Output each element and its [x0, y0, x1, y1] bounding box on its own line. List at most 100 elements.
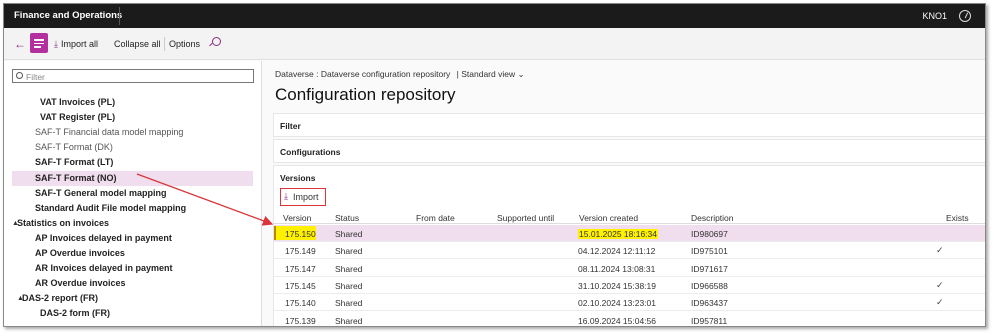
- tree-item-label: AR Invoices delayed in payment: [35, 263, 173, 274]
- tree-item[interactable]: VAT Invoices (PL): [12, 95, 253, 110]
- hamburger-menu-button[interactable]: [30, 33, 48, 53]
- page-title: Configuration repository: [275, 85, 456, 104]
- action-pane: ← ⤓ Import all Collapse all Options: [4, 28, 985, 60]
- company-picker[interactable]: KNO1: [922, 11, 947, 21]
- app-title[interactable]: Finance and Operations: [14, 10, 122, 21]
- fasttab-versions-label[interactable]: Versions: [280, 173, 315, 183]
- topbar-divider: [119, 7, 120, 25]
- table-row[interactable]: 175.139 Shared 16.09.2024 15:04:56 ID957811: [274, 312, 985, 327]
- top-nav-bar: Finance and Operations KNO1: [4, 4, 985, 28]
- help-icon[interactable]: [959, 10, 971, 22]
- configuration-tree-pane: VAT Invoices (PL) VAT Register (PL) SAF-T …: [4, 61, 262, 326]
- tree-item-label: VAT Invoices (PL): [40, 97, 116, 107]
- version-created-cell: 08.11.2024 13:08:31: [578, 263, 656, 274]
- breadcrumb-path: Dataverse : Dataverse configuration repo…: [275, 69, 451, 79]
- column-header-status[interactable]: Status: [335, 213, 359, 223]
- description-cell: ID971617: [691, 263, 728, 274]
- column-header-description[interactable]: Description: [691, 213, 734, 223]
- tree-item-label: Standard Audit File model mapping: [35, 202, 187, 213]
- breadcrumb: Dataverse : Dataverse configuration repo…: [275, 69, 525, 80]
- tree-item-label: AP Invoices delayed in payment: [35, 232, 172, 243]
- options-tab[interactable]: Options: [169, 39, 200, 49]
- versions-grid-header: Version Status From date Supported until…: [274, 210, 985, 224]
- version-cell: 175.139: [285, 315, 316, 326]
- tree-item[interactable]: SAF-T Format (DK): [12, 140, 253, 155]
- back-arrow-icon[interactable]: ←: [14, 37, 26, 51]
- version-cell: 175.140: [285, 298, 316, 309]
- tree-item[interactable]: AP Overdue invoices: [12, 246, 253, 261]
- status-cell: Shared: [335, 229, 363, 239]
- tree-item-label: VAT Register (PL): [40, 112, 116, 123]
- status-cell: Shared: [335, 280, 363, 291]
- column-header-exists[interactable]: Exists: [946, 213, 969, 223]
- tree-item-label: SAF-T Format (LT): [35, 157, 114, 168]
- tree-item[interactable]: SAF-T General model mapping: [12, 186, 253, 201]
- description-cell: ID957811: [691, 315, 728, 326]
- version-cell: 175.147: [285, 263, 316, 274]
- tree-item[interactable]: DAS-2 form (FR): [12, 306, 253, 321]
- version-cell: 175.145: [285, 280, 316, 291]
- app-window: Finance and Operations KNO1 ← ⤓ Import al…: [3, 3, 986, 327]
- collapse-all-button[interactable]: Collapse all: [114, 39, 161, 49]
- tree-item[interactable]: AP Invoices delayed in payment: [12, 231, 253, 246]
- version-created-cell: 15.01.2025 18:16:34: [578, 229, 658, 239]
- column-header-supported-until[interactable]: Supported until: [497, 213, 554, 223]
- description-cell: ID966588: [691, 280, 728, 291]
- checkmark-icon: ✓: [936, 245, 944, 256]
- description-cell: ID980697: [691, 229, 728, 239]
- import-all-button[interactable]: ⤓ Import all: [54, 39, 98, 50]
- tree-item[interactable]: ▲ Statistics on invoices: [12, 216, 253, 231]
- fasttab-filter[interactable]: Filter: [273, 113, 985, 137]
- tree-item[interactable]: AR Overdue invoices: [12, 276, 253, 291]
- download-icon: ⤓: [284, 191, 288, 201]
- tree-item[interactable]: VAT Register (PL): [12, 110, 253, 125]
- tree-item[interactable]: ▲ DAS-2 report (FR): [12, 291, 253, 306]
- table-row[interactable]: 175.150 Shared 15.01.2025 18:16:34 ID980697: [274, 225, 985, 242]
- version-cell: 175.149: [285, 246, 316, 257]
- table-row[interactable]: 175.140 Shared 02.10.2024 13:23:01 ID963437…: [274, 294, 985, 312]
- tree-item-label: DAS-2 form (FR): [40, 308, 110, 319]
- download-icon: ⤓: [54, 39, 58, 49]
- version-created-cell: 31.10.2024 15:38:19: [578, 280, 656, 291]
- checkmark-icon: ✓: [936, 279, 944, 290]
- import-button-label: Import: [293, 192, 319, 202]
- tree-item-label: DAS-2 report (FR): [22, 293, 98, 304]
- action-pane-divider: [164, 37, 165, 51]
- checkmark-icon: ✓: [936, 297, 944, 308]
- status-cell: Shared: [335, 315, 363, 326]
- tree-filter-input[interactable]: [26, 71, 246, 82]
- column-header-version-created[interactable]: Version created: [579, 213, 638, 223]
- tree-item[interactable]: SAF-T Format (NO): [12, 170, 253, 186]
- table-row[interactable]: 175.149 Shared 04.12.2024 12:11:12 ID975101…: [274, 242, 985, 260]
- table-row[interactable]: 175.147 Shared 08.11.2024 13:08:31 ID971617: [274, 260, 985, 277]
- tree-item-label: SAF-T Financial data model mapping: [35, 127, 184, 138]
- version-created-cell: 16.09.2024 15:04:56: [578, 315, 656, 326]
- tree-item-label: AR Overdue invoices: [35, 278, 126, 289]
- tree-item-label: SAF-T Format (DK): [35, 142, 113, 153]
- view-selector[interactable]: | Standard view ⌄: [457, 69, 525, 79]
- version-created-cell: 02.10.2024 13:23:01: [578, 298, 656, 309]
- status-cell: Shared: [335, 263, 363, 274]
- table-row[interactable]: 175.145 Shared 31.10.2024 15:38:19 ID966588…: [274, 277, 985, 294]
- import-all-label: Import all: [60, 39, 98, 49]
- search-icon[interactable]: [212, 37, 221, 46]
- tree-item[interactable]: SAF-T Financial data model mapping: [12, 125, 253, 140]
- version-created-cell: 04.12.2024 12:11:12: [578, 246, 656, 257]
- fasttab-filter-label: Filter: [280, 121, 301, 131]
- description-cell: ID975101: [691, 246, 728, 257]
- tree-filter-box[interactable]: [12, 69, 254, 83]
- import-button[interactable]: ⤓ Import: [280, 188, 326, 206]
- tree-item[interactable]: AR Invoices delayed in payment: [12, 261, 253, 276]
- status-cell: Shared: [335, 246, 363, 257]
- description-cell: ID963437: [691, 298, 728, 309]
- column-header-version[interactable]: Version: [283, 213, 311, 223]
- tree-item-label: Statistics on invoices: [17, 217, 110, 228]
- fasttab-configurations[interactable]: Configurations: [273, 139, 985, 163]
- column-header-from-date[interactable]: From date: [416, 213, 455, 223]
- version-cell: 175.150: [285, 229, 316, 239]
- tree-item-label: SAF-T Format (NO): [35, 172, 117, 183]
- filter-search-icon: [16, 72, 23, 79]
- tree-item[interactable]: Standard Audit File model mapping: [12, 201, 253, 216]
- tree-item-label: SAF-T General model mapping: [35, 187, 167, 198]
- tree-item[interactable]: SAF-T Format (LT): [12, 155, 253, 170]
